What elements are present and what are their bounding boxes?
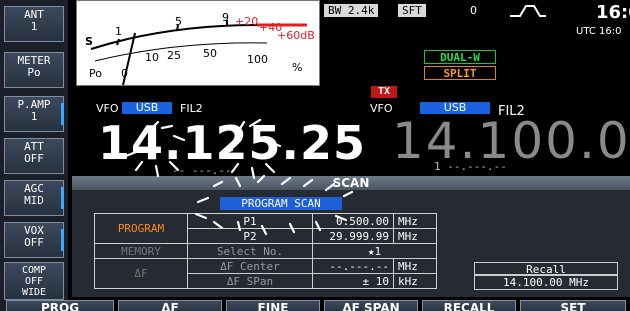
scan-blink-marks [124,118,354,236]
delta-f-key[interactable]: ΔF [118,300,222,311]
recall-key[interactable]: RECALL [422,300,516,311]
fine-key[interactable]: FINE [226,300,320,311]
delta-f-span-key[interactable]: ΔF SPAN [324,300,418,311]
radio-display: ANT 1 METER Po P.AMP 1 ATT OFF AGC MID V… [0,0,630,311]
prog-key[interactable]: PROG [6,300,114,311]
set-key[interactable]: SET [520,300,626,311]
